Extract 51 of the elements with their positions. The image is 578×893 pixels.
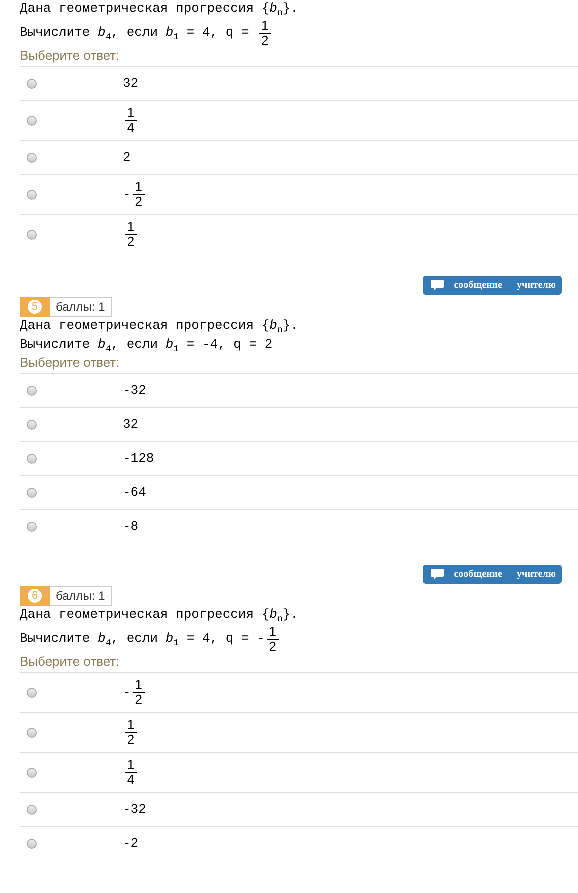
points-label: баллы: 1 [50,297,112,317]
radio-button[interactable] [27,230,37,240]
radio-button[interactable] [27,804,37,814]
radio-button[interactable] [27,522,37,532]
fraction: 1 2 [266,625,279,654]
points-label: баллы: 1 [50,586,112,606]
fraction: 1 2 [132,180,145,209]
message-teacher-button[interactable]: сообщение учителю [423,565,562,584]
fraction: 1 2 [125,718,137,747]
answer-text: 32 [123,417,139,432]
question-number: 6 [20,586,50,606]
question-text: Вычислите b$_{4}$, если b$_{1}$ = 4, q = [20,24,250,42]
radio-button[interactable] [27,420,37,430]
prompt-label: Выберите ответ: [20,48,578,67]
answer-text: - [123,685,131,700]
speech-bubble-icon [431,280,444,292]
radio-button[interactable] [27,838,37,848]
answer-text: - [123,187,131,202]
fraction: 1 2 [132,678,145,707]
radio-button[interactable] [27,728,37,738]
radio-button[interactable] [27,116,37,126]
radio-button[interactable] [27,152,37,162]
question-text: Дана геометрическая прогрессия {b$_{n}$}. [20,0,298,18]
radio-button[interactable] [27,488,37,498]
answer-text: -2 [123,836,139,851]
prompt-label: Выберите ответ: [20,355,578,374]
answer-text: -128 [123,451,154,466]
question-text: Вычислите b$_{4}$, если b$_{1}$ = -4, q = 2 [20,336,273,354]
fraction: 1 2 [125,220,137,249]
question-text: Дана геометрическая прогрессия {b$_{n}$}. [20,606,298,624]
speech-bubble-icon [431,568,444,580]
answer-text: -32 [123,802,146,817]
prompt-label: Выберите ответ: [20,654,578,673]
fraction: 1 4 [125,758,137,787]
radio-button[interactable] [27,454,37,464]
radio-button[interactable] [27,190,37,200]
fraction: 1 4 [125,106,137,135]
answer-text: -32 [123,383,146,398]
radio-button[interactable] [27,768,37,778]
answer-text: 2 [123,150,131,165]
fraction: 1 2 [259,19,272,48]
answer-text: -64 [123,485,146,500]
question-text: Вычислите b$_{4}$, если b$_{1}$ = 4, q = - [20,630,265,648]
question-text: Дана геометрическая прогрессия {b$_{n}$}. [20,318,298,336]
radio-button[interactable] [27,688,37,698]
answer-text: -8 [123,519,139,534]
message-teacher-button[interactable]: сообщение учителю [423,276,562,295]
radio-button[interactable] [27,386,37,396]
answer-text: 32 [123,76,139,91]
radio-button[interactable] [27,78,37,88]
question-number: 5 [20,297,50,317]
